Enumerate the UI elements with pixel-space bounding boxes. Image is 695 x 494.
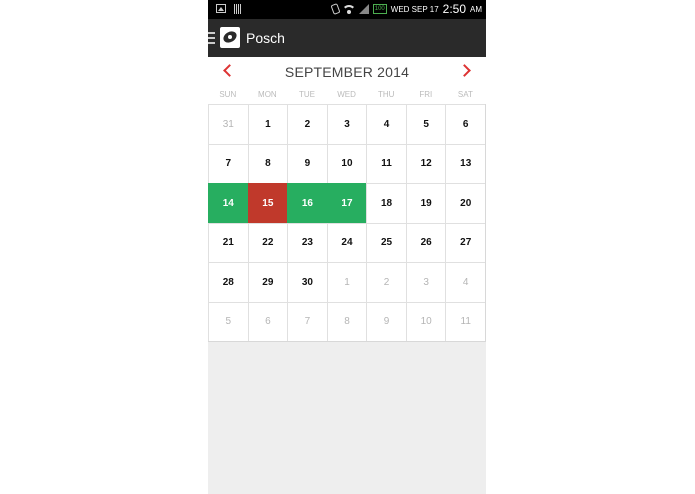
day-cell[interactable]: 18: [366, 183, 406, 223]
day-cell[interactable]: 13: [445, 143, 485, 183]
day-cell[interactable]: 29: [247, 262, 288, 302]
weekday-label: WED: [337, 90, 356, 99]
weekday-label: FRI: [419, 90, 433, 99]
day-cell[interactable]: 26: [405, 222, 446, 262]
day-cell[interactable]: 7: [287, 301, 327, 341]
day-cell[interactable]: 31: [208, 104, 248, 144]
day-cell[interactable]: 1: [247, 104, 288, 144]
day-cell[interactable]: 5: [405, 104, 446, 144]
day-cell[interactable]: 10: [405, 301, 446, 341]
day-cell[interactable]: 10: [326, 143, 367, 183]
drawer-menu-icon[interactable]: [208, 32, 215, 44]
day-cell[interactable]: 28: [208, 262, 248, 302]
day-cell[interactable]: 4: [445, 262, 485, 302]
status-ampm: AM: [470, 4, 482, 14]
day-cell[interactable]: 25: [366, 222, 406, 262]
day-cell[interactable]: 11: [366, 143, 406, 183]
weekday-label: MON: [258, 90, 277, 99]
day-cell[interactable]: 8: [247, 143, 288, 183]
day-cell[interactable]: 24: [326, 222, 367, 262]
image-notification-icon: [216, 4, 226, 13]
weekday-header-row: SUN MON TUE WED THU FRI SAT: [208, 86, 486, 104]
day-cell[interactable]: 17: [326, 183, 367, 223]
day-cell[interactable]: 2: [366, 262, 406, 302]
status-time: 2:50: [442, 2, 466, 16]
day-cell[interactable]: 4: [366, 104, 406, 144]
weekday-label: THU: [377, 90, 395, 99]
status-date: WED SEP 17: [390, 4, 439, 14]
day-cell[interactable]: 5: [208, 301, 248, 341]
battery-icon: 100: [372, 4, 387, 14]
day-cell[interactable]: 9: [366, 301, 406, 341]
status-bar: 100 WED SEP 17 2:50 AM: [208, 0, 486, 19]
calendar-grid: 31 1 2 3 4 5 6 7 8 9 10 11 12 13 14 15 16 17 18 19 20 21 22 23 2…: [208, 104, 486, 342]
month-title: SEPTEMBER 2014: [284, 64, 410, 80]
vibrate-icon: [330, 3, 341, 15]
notification-icons: [216, 4, 242, 14]
day-cell[interactable]: 15: [247, 183, 288, 223]
day-cell[interactable]: 8: [326, 301, 367, 341]
day-cell[interactable]: 16: [287, 183, 327, 223]
day-cell[interactable]: 2: [287, 104, 327, 144]
day-cell[interactable]: 6: [247, 301, 288, 341]
day-cell[interactable]: 12: [405, 143, 446, 183]
weekday-label: TUE: [298, 90, 315, 99]
day-cell[interactable]: 11: [445, 301, 485, 341]
day-cell[interactable]: 3: [326, 104, 367, 144]
calendar-header: SEPTEMBER 2014: [208, 57, 486, 86]
action-bar: Posch: [208, 19, 486, 57]
status-icons: 100 WED SEP 17 2:50 AM: [330, 2, 482, 16]
day-cell[interactable]: 21: [208, 222, 248, 262]
day-cell[interactable]: 23: [287, 222, 327, 262]
signal-icon: [358, 4, 369, 14]
day-cell[interactable]: 9: [287, 143, 327, 183]
barcode-notification-icon: [234, 4, 242, 14]
day-cell[interactable]: 3: [405, 262, 446, 302]
day-cell[interactable]: 20: [445, 183, 485, 223]
app-logo-icon[interactable]: [220, 27, 240, 48]
wifi-icon: [342, 4, 355, 14]
phone-screen: 100 WED SEP 17 2:50 AM Posch SEPTEMBER 2…: [208, 0, 486, 494]
day-cell[interactable]: 30: [287, 262, 327, 302]
app-title: Posch: [246, 30, 285, 46]
weekday-label: SAT: [457, 90, 473, 99]
day-cell[interactable]: 6: [445, 104, 485, 144]
weekday-label: SUN: [219, 90, 237, 99]
day-cell[interactable]: 7: [208, 143, 248, 183]
day-cell[interactable]: 1: [326, 262, 367, 302]
day-cell[interactable]: 22: [247, 222, 288, 262]
day-cell[interactable]: 14: [208, 183, 248, 223]
day-cell[interactable]: 27: [445, 222, 485, 262]
day-cell[interactable]: 19: [405, 183, 446, 223]
